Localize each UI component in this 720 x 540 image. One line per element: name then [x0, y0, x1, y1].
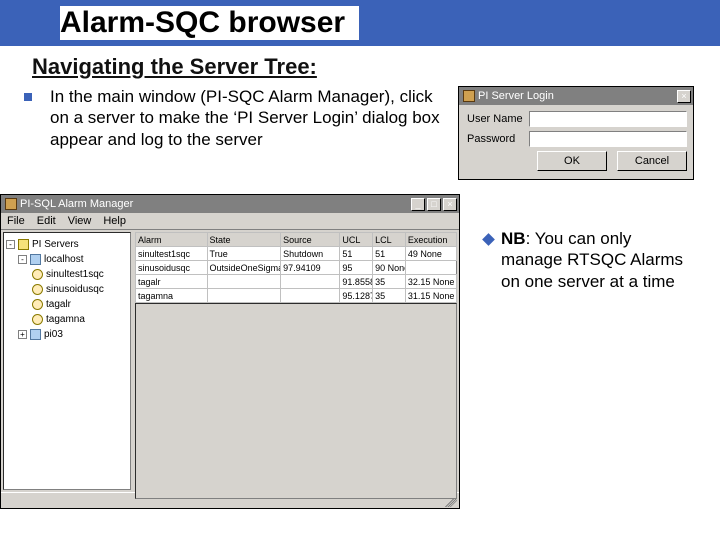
- table-cell: 51: [340, 247, 373, 261]
- table-cell: 97.94109: [281, 261, 340, 275]
- tag-icon: [32, 314, 43, 325]
- grid-header-row: Alarm State Source UCL LCL Execution: [136, 233, 457, 247]
- tag-icon: [32, 299, 43, 310]
- table-cell: tagamna: [136, 289, 208, 303]
- table-cell: tagalr: [136, 275, 208, 289]
- table-cell: 31.15 None: [405, 289, 456, 303]
- table-row[interactable]: sinultest1sqcTrueShutdown515149 None: [136, 247, 457, 261]
- tree-leaf[interactable]: tagalr: [6, 297, 128, 312]
- table-cell: 90 None: [373, 261, 406, 275]
- table-cell: 49 None: [405, 247, 456, 261]
- table-cell: [281, 275, 340, 289]
- page-title: Alarm-SQC browser: [60, 6, 351, 39]
- menu-bar: File Edit View Help: [1, 213, 459, 230]
- table-cell: OutsideOneSigma: [207, 261, 281, 275]
- col-exec[interactable]: Execution: [405, 233, 456, 247]
- grid-empty-area: [135, 303, 457, 499]
- username-label: User Name: [467, 113, 525, 125]
- table-cell: 51: [373, 247, 406, 261]
- table-cell: 95: [340, 261, 373, 275]
- mgr-title: PI-SQL Alarm Manager: [20, 198, 133, 210]
- pi-server-login-dialog: PI Server Login × User Name Password OK …: [458, 86, 694, 180]
- tree-leaf[interactable]: tagamna: [6, 312, 128, 327]
- folder-icon: [18, 239, 29, 250]
- nb-label: NB: [501, 229, 526, 248]
- col-lcl[interactable]: LCL: [373, 233, 406, 247]
- menu-file[interactable]: File: [7, 215, 25, 227]
- table-cell: [207, 275, 281, 289]
- app-icon: [5, 198, 17, 210]
- nb-note: NB: You can only manage RTSQC Alarms on …: [501, 228, 694, 292]
- table-cell: sinusoidusqc: [136, 261, 208, 275]
- table-cell: 95.12876: [340, 289, 373, 303]
- nb-text: : You can only manage RTSQC Alarms on on…: [501, 229, 683, 291]
- table-cell: 35: [373, 289, 406, 303]
- mgr-titlebar[interactable]: PI-SQL Alarm Manager _ □ ×: [1, 195, 459, 213]
- alarm-grid[interactable]: Alarm State Source UCL LCL Execution sin…: [135, 232, 457, 303]
- tree-leaf-label: tagamna: [46, 314, 85, 325]
- tree-root[interactable]: - PI Servers: [6, 237, 128, 252]
- tree-leaf[interactable]: sinultest1sqc: [6, 267, 128, 282]
- server-icon: [30, 329, 41, 340]
- password-field[interactable]: [529, 131, 687, 147]
- server-tree[interactable]: - PI Servers - localhost sinultest1sqc s…: [3, 232, 131, 490]
- tree-leaf-label: sinultest1sqc: [46, 269, 104, 280]
- bullet-icon: [24, 93, 32, 101]
- table-cell: [281, 289, 340, 303]
- tree-leaf[interactable]: sinusoidusqc: [6, 282, 128, 297]
- login-titlebar[interactable]: PI Server Login ×: [459, 87, 693, 105]
- table-cell: 35: [373, 275, 406, 289]
- tree-node-label: localhost: [44, 254, 83, 265]
- table-cell: True: [207, 247, 281, 261]
- table-row[interactable]: tagamna 95.128763531.15 None: [136, 289, 457, 303]
- username-field[interactable]: [529, 111, 687, 127]
- table-row[interactable]: tagalr 91.85583532.15 None: [136, 275, 457, 289]
- expand-icon[interactable]: +: [18, 330, 27, 339]
- diamond-bullet-icon: [482, 233, 495, 246]
- app-icon: [463, 90, 475, 102]
- title-banner: Alarm-SQC browser: [0, 0, 720, 46]
- tree-leaf-label: sinusoidusqc: [46, 284, 104, 295]
- tree-root-label: PI Servers: [32, 239, 79, 250]
- tag-icon: [32, 284, 43, 295]
- close-icon[interactable]: ×: [443, 198, 457, 211]
- table-row[interactable]: sinusoidusqcOutsideOneSigma97.941099590 …: [136, 261, 457, 275]
- table-cell: [207, 289, 281, 303]
- table-cell: 91.8558: [340, 275, 373, 289]
- body-text-1: In the main window (PI-SQC Alarm Manager…: [50, 86, 440, 150]
- login-title: PI Server Login: [478, 90, 554, 102]
- tag-icon: [32, 269, 43, 280]
- ok-button[interactable]: OK: [537, 151, 607, 171]
- server-icon: [30, 254, 41, 265]
- table-cell: Shutdown: [281, 247, 340, 261]
- tree-node-localhost[interactable]: - localhost: [6, 252, 128, 267]
- alarm-manager-window: PI-SQL Alarm Manager _ □ × File Edit Vie…: [0, 194, 460, 509]
- tree-node-label: pi03: [44, 329, 63, 340]
- cancel-button[interactable]: Cancel: [617, 151, 687, 171]
- close-icon[interactable]: ×: [677, 90, 691, 103]
- table-cell: sinultest1sqc: [136, 247, 208, 261]
- collapse-icon[interactable]: -: [18, 255, 27, 264]
- col-alarm[interactable]: Alarm: [136, 233, 208, 247]
- menu-view[interactable]: View: [68, 215, 92, 227]
- col-source[interactable]: Source: [281, 233, 340, 247]
- password-label: Password: [467, 133, 525, 145]
- minimize-icon[interactable]: _: [411, 198, 425, 211]
- col-ucl[interactable]: UCL: [340, 233, 373, 247]
- collapse-icon[interactable]: -: [6, 240, 15, 249]
- tree-node-pi03[interactable]: + pi03: [6, 327, 128, 342]
- col-state[interactable]: State: [207, 233, 281, 247]
- table-cell: 32.15 None: [405, 275, 456, 289]
- menu-edit[interactable]: Edit: [37, 215, 56, 227]
- tree-leaf-label: tagalr: [46, 299, 71, 310]
- maximize-icon[interactable]: □: [427, 198, 441, 211]
- section-subtitle: Navigating the Server Tree:: [32, 54, 720, 80]
- menu-help[interactable]: Help: [103, 215, 126, 227]
